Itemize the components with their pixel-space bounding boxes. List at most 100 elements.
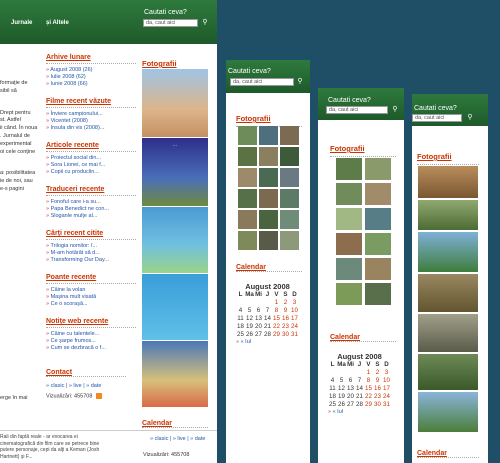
calendar-day[interactable]: 6 [346,377,355,385]
calendar-day[interactable]: 18 [328,393,337,401]
calendar-day[interactable]: 17 [290,315,299,323]
calendar-day[interactable]: 23 [373,393,382,401]
photo-thumb[interactable] [365,158,391,180]
calendar-day[interactable]: 29 [272,331,281,339]
photo-thumb[interactable] [238,210,257,229]
section-link[interactable]: Trilogia nomilor: î... [46,243,136,250]
calendar-day[interactable]: 4 [236,307,245,315]
photo-kids-ride[interactable] [142,341,208,407]
calendar-day[interactable]: 27 [254,331,263,339]
section-link[interactable]: Iunie 2008 (66) [46,81,136,88]
calendar-day[interactable]: 16 [373,385,382,393]
photo-thumb[interactable] [418,314,478,352]
calendar-day[interactable]: 13 [346,385,355,393]
photo-thumb[interactable] [259,147,278,166]
photo-campia-turzii[interactable]: ... [142,138,208,206]
calendar-day[interactable]: 24 [382,393,391,401]
section-link[interactable]: Sora Lionei, ce mai f... [46,162,136,169]
calendar-day[interactable]: 20 [346,393,355,401]
calendar-day[interactable]: 8 [272,307,281,315]
photo-thumb[interactable] [259,231,278,250]
calendar-day[interactable]: 30 [281,331,290,339]
photo-thumb[interactable] [365,208,391,230]
photo-thumb[interactable] [418,166,478,198]
calendar-prev-link[interactable]: « Iul [328,409,391,416]
search-input[interactable]: da, caut aici [412,114,462,122]
calendar-day[interactable]: 20 [254,323,263,331]
calendar-day[interactable]: 1 [364,369,373,377]
calendar-day[interactable]: 1 [272,299,281,307]
magnifier-icon[interactable]: ⚲ [201,19,209,27]
section-heading[interactable]: Cărţi recent citite [46,230,136,240]
calendar-day[interactable]: 23 [281,323,290,331]
calendar-day[interactable]: 28 [263,331,272,339]
section-link[interactable]: Înviere campionului... [46,111,136,118]
calendar-prev-link[interactable]: « Iul [236,339,299,346]
search-input[interactable]: da, caut aici [326,106,388,114]
calendar-day[interactable]: 31 [290,331,299,339]
feed-links[interactable]: » clasic | » live | » date [46,383,126,389]
calendar-day[interactable]: 29 [364,401,373,409]
section-heading[interactable]: Arhive lunare [46,54,136,64]
calendar-day[interactable]: 3 [382,369,391,377]
calendar-day[interactable]: 10 [290,307,299,315]
section-link[interactable]: Iulie 2008 (62) [46,74,136,81]
calendar-day[interactable]: 12 [337,385,346,393]
section-link[interactable]: Vicentet (2008) [46,118,136,125]
magnifier-icon[interactable]: ⚲ [466,114,474,122]
section-link[interactable]: Câine cu talentele... [46,331,136,338]
photo-kids-beach[interactable] [142,69,208,137]
photo-thumb[interactable] [259,168,278,187]
calendar-day[interactable]: 17 [382,385,391,393]
calendar-day[interactable]: 19 [337,393,346,401]
photo-child-pool[interactable] [142,207,208,273]
photo-thumb[interactable] [259,189,278,208]
photo-thumb[interactable] [259,210,278,229]
section-link[interactable]: Maşina mult visată [46,294,136,301]
photo-thumb[interactable] [418,392,478,432]
photo-thumb[interactable] [336,233,362,255]
photo-thumb[interactable] [280,126,299,145]
calendar-day[interactable]: 14 [263,315,272,323]
photo-thumb[interactable] [280,231,299,250]
magnifier-icon[interactable]: ⚲ [391,106,399,114]
section-link[interactable]: August 2008 (26) [46,67,136,74]
calendar-day[interactable]: 5 [245,307,254,315]
photo-thumb[interactable] [238,126,257,145]
calendar-day[interactable]: 5 [337,377,346,385]
photo-thumb[interactable] [365,258,391,280]
calendar-day[interactable]: 9 [373,377,382,385]
photo-thumb[interactable] [238,147,257,166]
nav-altele[interactable]: și Altele [46,20,69,26]
photo-thumb[interactable] [238,231,257,250]
section-link[interactable]: Fonoful care i-a su... [46,199,136,206]
magnifier-icon[interactable]: ⚲ [296,78,304,86]
photo-thumb[interactable] [418,274,478,312]
calendar-day[interactable]: 25 [328,401,337,409]
section-heading[interactable]: Filme recent văzute [46,98,136,108]
calendar-day[interactable]: 7 [355,377,364,385]
photo-thumb[interactable] [336,258,362,280]
photo-swimming[interactable] [142,274,208,340]
calendar-day[interactable]: 21 [263,323,272,331]
calendar-day[interactable]: 15 [272,315,281,323]
section-link[interactable]: Ce şarpe frumos... [46,338,136,345]
search-input[interactable]: da, caut aici [143,19,198,27]
photo-thumb[interactable] [238,189,257,208]
calendar-day[interactable]: 30 [373,401,382,409]
bottom-feed-links[interactable]: » clasic | » live | » date [150,436,205,442]
calendar-day[interactable]: 14 [355,385,364,393]
calendar-day[interactable]: 18 [236,323,245,331]
calendar-day[interactable]: 2 [281,299,290,307]
photo-thumb[interactable] [365,283,391,305]
calendar-day[interactable]: 15 [364,385,373,393]
calendar-day[interactable]: 16 [281,315,290,323]
calendar-day[interactable]: 11 [236,315,245,323]
section-heading[interactable]: Poante recente [46,274,136,284]
photo-thumb[interactable] [336,183,362,205]
section-link[interactable]: Transforming Our Day... [46,257,136,264]
section-link[interactable]: Sloganle mulţe al... [46,213,136,220]
photo-thumb[interactable] [336,283,362,305]
photo-thumb[interactable] [336,208,362,230]
photo-thumb[interactable] [418,200,478,230]
